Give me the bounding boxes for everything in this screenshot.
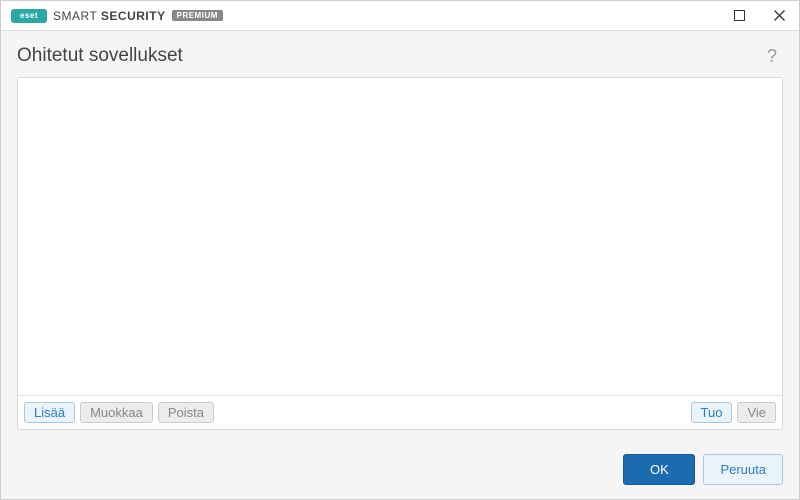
close-button[interactable] (759, 1, 799, 31)
list-panel: Lisää Muokkaa Poista Tuo Vie (17, 77, 783, 430)
export-button: Vie (737, 402, 776, 423)
maximize-icon (734, 10, 745, 21)
brand-text-light: SMART (53, 9, 97, 23)
import-button[interactable]: Tuo (691, 402, 733, 423)
cancel-button[interactable]: Peruuta (703, 454, 783, 485)
delete-button: Poista (158, 402, 214, 423)
brand-logo-icon: eset (11, 9, 47, 23)
brand-text-bold: SECURITY (101, 9, 166, 23)
titlebar: eset SMART SECURITY PREMIUM (1, 1, 799, 31)
applications-listbox[interactable] (18, 78, 782, 395)
brand: eset SMART SECURITY PREMIUM (11, 9, 719, 23)
brand-text: SMART SECURITY (53, 9, 166, 23)
close-icon (774, 10, 785, 21)
footer: OK Peruuta (1, 440, 799, 499)
app-window: eset SMART SECURITY PREMIUM Ohitetut sov… (0, 0, 800, 500)
header-row: Ohitetut sovellukset ? (17, 45, 783, 67)
help-icon: ? (767, 46, 777, 66)
page-title: Ohitetut sovellukset (17, 45, 761, 67)
ok-button[interactable]: OK (623, 454, 695, 485)
maximize-button[interactable] (719, 1, 759, 31)
brand-badge: PREMIUM (172, 10, 223, 21)
add-button[interactable]: Lisää (24, 402, 75, 423)
window-controls (719, 1, 799, 31)
panel-toolbar: Lisää Muokkaa Poista Tuo Vie (18, 395, 782, 429)
help-button[interactable]: ? (761, 46, 783, 67)
content-area: Ohitetut sovellukset ? Lisää Muokkaa Poi… (1, 31, 799, 440)
edit-button: Muokkaa (80, 402, 153, 423)
